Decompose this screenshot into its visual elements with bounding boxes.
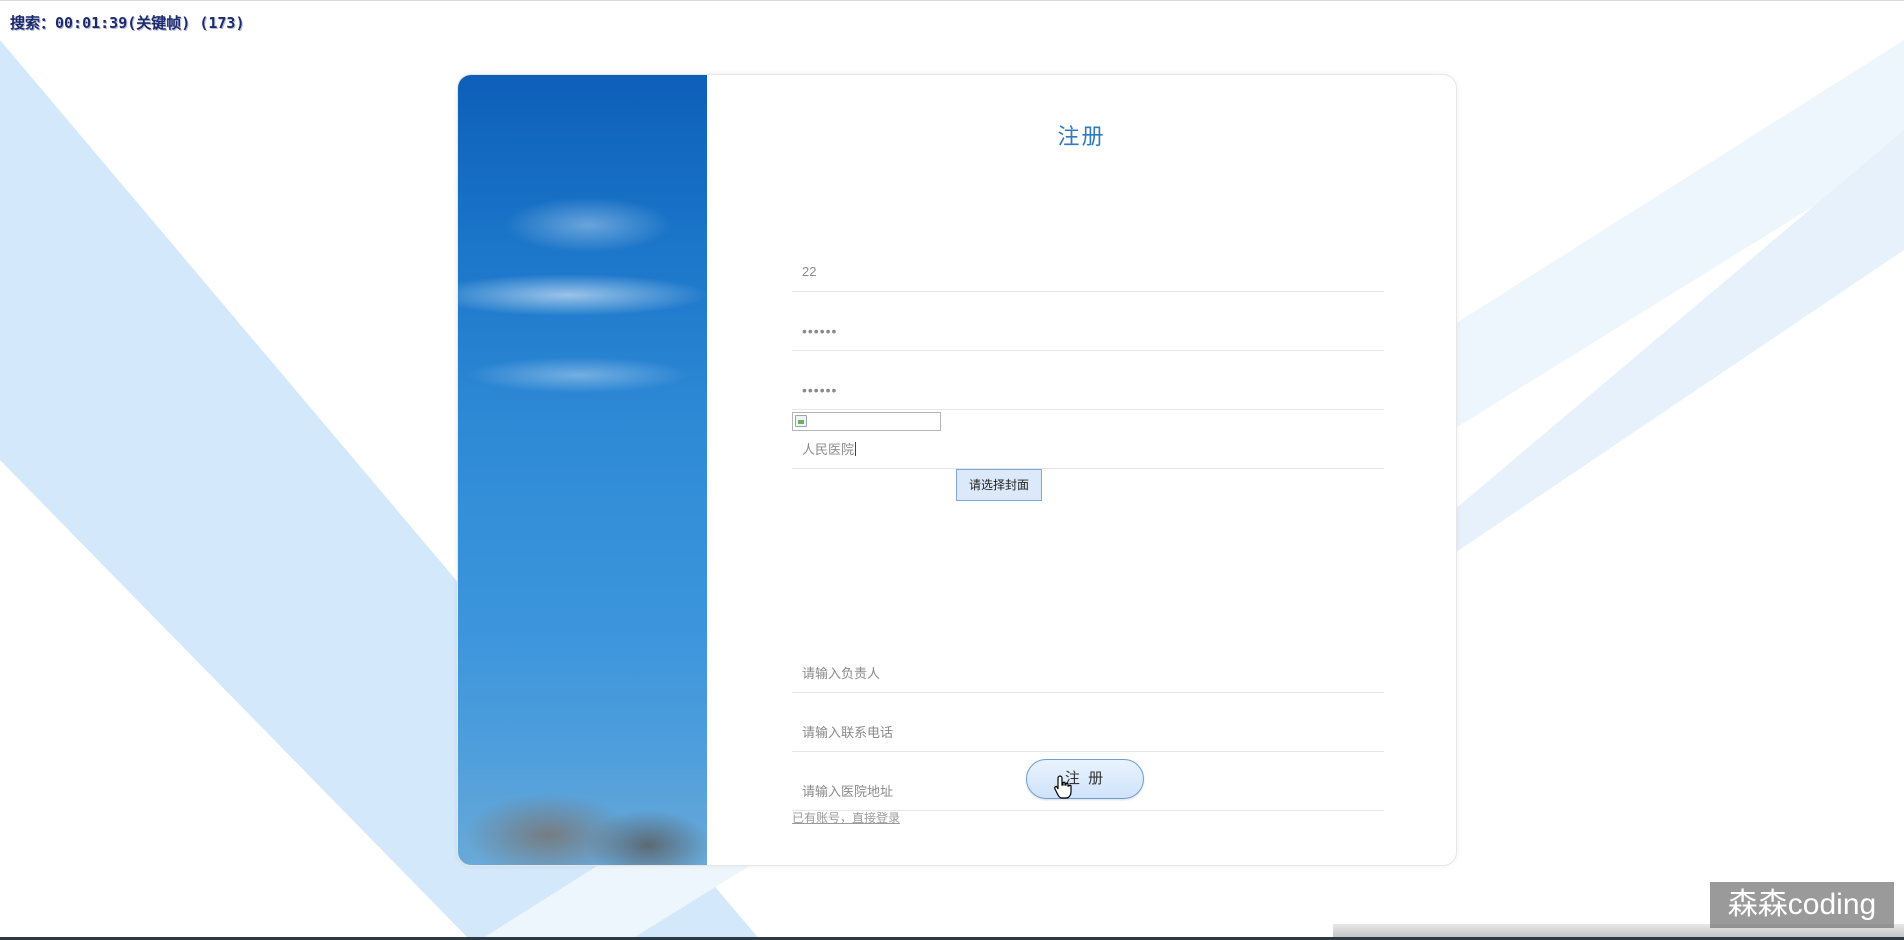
register-card: 注册 22 •••••• •••••• 人民医院 请选择封面 请输入负责人 请输… [457, 74, 1457, 866]
select-cover-button[interactable]: 请选择封面 [956, 469, 1042, 501]
hand-pointer-icon [1054, 775, 1072, 799]
register-button[interactable]: 注 册 [1026, 759, 1144, 799]
cover-image-preview [792, 412, 941, 431]
login-link[interactable]: 已有账号，直接登录 [792, 809, 900, 826]
recording-timer-overlay: 搜索：00:01:39(关键帧) (173) [10, 14, 245, 32]
hospital-name-input-value: 人民医院 [802, 442, 855, 457]
ocean-cover-image [458, 75, 707, 865]
manager-input[interactable]: 请输入负责人 [792, 653, 1384, 693]
account-input-value: 22 [802, 264, 817, 279]
phone-input[interactable]: 请输入联系电话 [792, 712, 1384, 752]
password-input-value: •••••• [802, 322, 838, 339]
phone-input-placeholder: 请输入联系电话 [802, 725, 894, 740]
manager-input-placeholder: 请输入负责人 [802, 666, 881, 681]
broken-image-icon [795, 415, 807, 427]
watermark: 森森coding [1710, 882, 1894, 928]
confirm-password-input-value: •••••• [802, 381, 838, 398]
confirm-password-input[interactable]: •••••• [792, 370, 1384, 410]
password-input[interactable]: •••••• [792, 311, 1384, 351]
address-input-placeholder: 请输入医院地址 [802, 784, 894, 799]
account-input[interactable]: 22 [792, 252, 1384, 292]
text-caret [855, 441, 857, 456]
hospital-name-input[interactable]: 人民医院 [792, 429, 1384, 469]
page-title: 注册 [1057, 124, 1106, 149]
